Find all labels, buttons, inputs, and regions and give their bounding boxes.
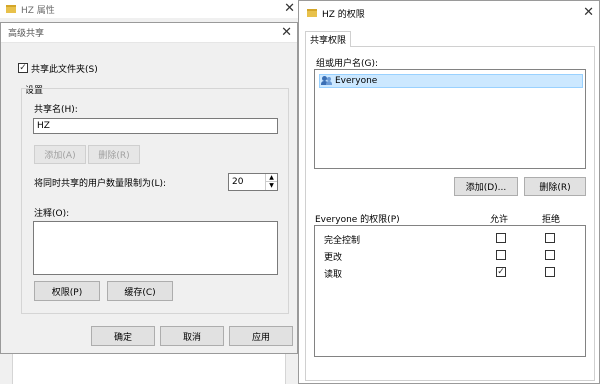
folder-icon xyxy=(6,5,16,13)
add-button-label: 添加(A) xyxy=(44,151,76,161)
permissions-close-icon[interactable]: ✕ xyxy=(583,5,594,21)
properties-title: HZ 属性 xyxy=(21,5,55,16)
share-folder-checkbox[interactable]: ✓ xyxy=(18,63,28,73)
share-name-input[interactable]: HZ xyxy=(33,118,278,134)
share-folder-label: 共享此文件夹(S) xyxy=(31,65,98,75)
caching-button-label: 缓存(C) xyxy=(124,287,156,298)
add-button[interactable]: 添加(A) xyxy=(34,145,86,164)
comment-textarea[interactable] xyxy=(33,221,278,275)
ok-button-label: 确定 xyxy=(113,332,132,343)
perm-header-label: Everyone 的权限(P) xyxy=(315,215,400,225)
remove-button-label: 删除(R) xyxy=(98,151,130,161)
advanced-title: 高级共享 xyxy=(8,29,45,39)
advanced-titlebar: 高级共享 ✕ xyxy=(1,23,297,43)
deny-change-checkbox[interactable] xyxy=(545,250,555,260)
user-name: Everyone xyxy=(335,76,378,86)
allow-read-checkbox[interactable]: ✓ xyxy=(496,267,506,277)
ok-button[interactable]: 确定 xyxy=(91,326,155,346)
share-name-value: HZ xyxy=(37,121,50,131)
tab-share-permissions-label: 共享权限 xyxy=(309,36,346,46)
perm-row-label: 读取 xyxy=(324,270,343,280)
permissions-button[interactable]: 权限(P) xyxy=(34,281,100,301)
allow-change-checkbox[interactable] xyxy=(496,250,506,260)
cancel-button-label: 取消 xyxy=(182,332,201,343)
allow-header: 允许 xyxy=(490,215,509,225)
folder-icon xyxy=(307,9,317,17)
deny-read-checkbox[interactable] xyxy=(545,267,555,277)
deny-full-control-checkbox[interactable] xyxy=(545,233,555,243)
cancel-button[interactable]: 取消 xyxy=(160,326,224,346)
user-list: Everyone xyxy=(314,69,586,169)
perm-add-button[interactable]: 添加(D)... xyxy=(454,177,518,196)
comment-label: 注释(O): xyxy=(34,209,70,219)
permissions-titlebar: HZ 的权限 ✕ xyxy=(299,1,599,25)
advanced-sharing-dialog: 高级共享 ✕ ✓ 共享此文件夹(S) 设置 共享名(H): HZ 添加(A) 删… xyxy=(0,22,298,354)
perm-remove-button[interactable]: 删除(R) xyxy=(524,177,586,196)
user-list-item[interactable]: Everyone xyxy=(319,74,583,88)
user-limit-value: 20 xyxy=(232,177,244,187)
spinner-up-icon[interactable]: ▲ xyxy=(266,174,277,182)
remove-button[interactable]: 删除(R) xyxy=(88,145,140,164)
perm-add-button-label: 添加(D)... xyxy=(465,183,507,193)
spinner-buttons: ▲ ▼ xyxy=(265,174,277,190)
permissions-dialog: HZ 的权限 ✕ 共享权限 组或用户名(G): Everyone 添加(D)..… xyxy=(298,0,600,384)
permissions-title: HZ 的权限 xyxy=(322,9,365,20)
perm-remove-button-label: 删除(R) xyxy=(539,183,571,193)
permissions-button-label: 权限(P) xyxy=(51,287,83,298)
permissions-list: 完全控制 更改 读取 ✓ xyxy=(314,225,586,357)
user-limit-spinner[interactable]: 20 ▲ ▼ xyxy=(228,173,278,191)
apply-button[interactable]: 应用 xyxy=(229,326,293,346)
tab-share-permissions[interactable]: 共享权限 xyxy=(305,31,351,47)
apply-button-label: 应用 xyxy=(251,332,270,343)
share-name-label: 共享名(H): xyxy=(34,105,78,115)
group-user-label: 组或用户名(G): xyxy=(316,59,379,69)
properties-bottom-strip xyxy=(12,350,286,384)
properties-close-icon[interactable]: ✕ xyxy=(284,1,295,17)
perm-row-label: 完全控制 xyxy=(324,236,361,246)
advanced-close-icon[interactable]: ✕ xyxy=(281,25,292,41)
allow-full-control-checkbox[interactable] xyxy=(496,233,506,243)
perm-row-label: 更改 xyxy=(324,253,343,263)
properties-titlebar: HZ 属性 ✕ xyxy=(0,0,300,18)
users-icon xyxy=(321,76,333,86)
spinner-down-icon[interactable]: ▼ xyxy=(266,182,277,189)
user-limit-label: 将同时共享的用户数量限制为(L): xyxy=(34,179,167,189)
deny-header: 拒绝 xyxy=(542,215,561,225)
caching-button[interactable]: 缓存(C) xyxy=(107,281,173,301)
